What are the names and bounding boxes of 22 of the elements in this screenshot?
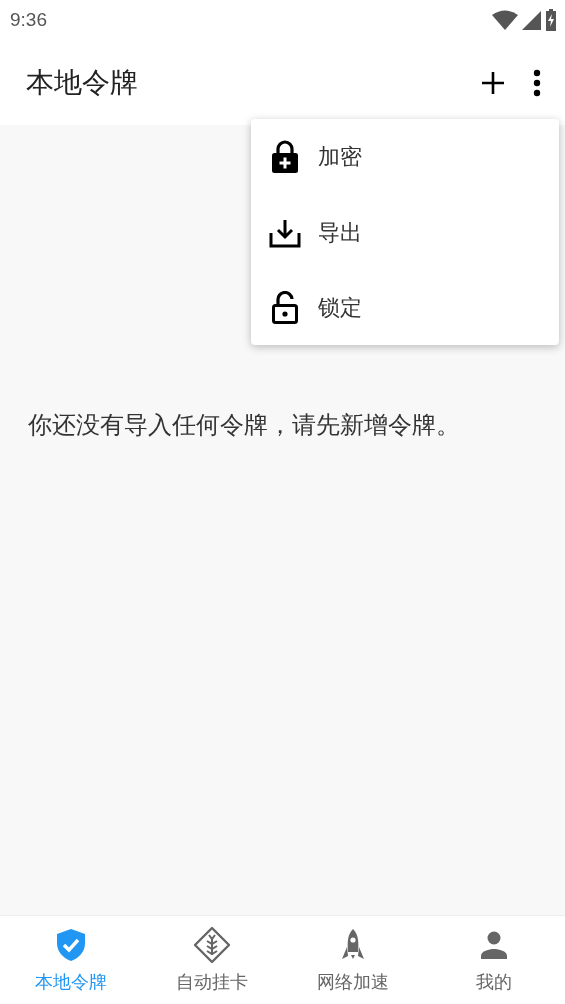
menu-item[interactable]: 导出 — [251, 195, 559, 270]
more-vertical-icon — [533, 68, 541, 97]
app-title: 本地令牌 — [26, 64, 139, 101]
rocket-icon — [340, 928, 367, 962]
lock-plus-icon — [271, 140, 299, 174]
menu-item[interactable]: 加密 — [251, 119, 559, 195]
download-icon — [269, 217, 301, 248]
signal-icon — [522, 10, 541, 30]
wifi-icon — [492, 10, 518, 30]
battery-icon — [545, 9, 557, 31]
wheat-diamond-icon — [192, 926, 231, 964]
nav-tab[interactable]: 本地令牌 — [0, 916, 142, 1004]
empty-message: 你还没有导入任何令牌，请先新增令牌。 — [28, 410, 460, 441]
lock-icon — [271, 290, 299, 325]
nav-tab[interactable]: 网络加速 — [282, 916, 424, 1004]
nav-tab[interactable]: 我的 — [423, 916, 565, 1004]
menu-item[interactable]: 锁定 — [251, 270, 559, 345]
shield-check-icon — [55, 928, 86, 962]
nav-tab[interactable]: 自动挂卡 — [141, 916, 283, 1004]
plus-icon — [481, 70, 505, 95]
status-time: 9:36 — [10, 9, 47, 31]
person-icon — [480, 930, 509, 960]
